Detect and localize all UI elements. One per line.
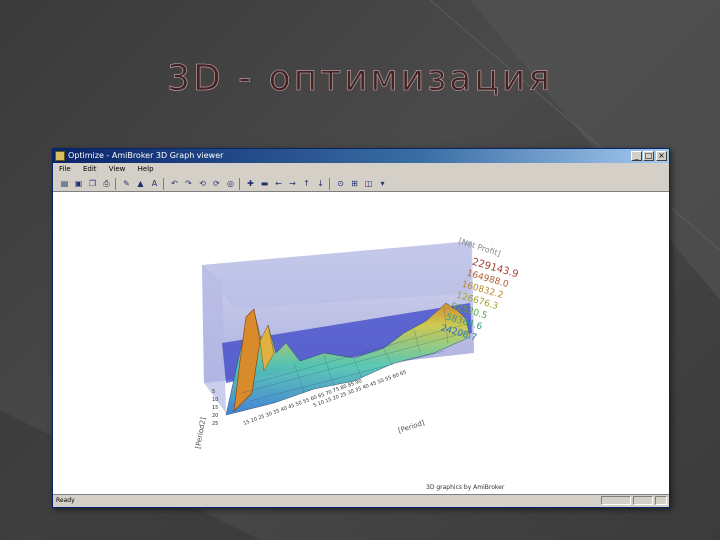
x-axis-title: [Period] — [397, 419, 426, 435]
status-text: Ready — [56, 497, 75, 504]
move-right-icon[interactable]: → — [287, 178, 298, 189]
status-cell-1 — [601, 496, 631, 505]
app-icon — [55, 151, 65, 161]
3d-surface-graph: 15 20 25 30 35 40 45 50 55 60 65 70 75 8… — [194, 236, 520, 491]
status-cell-2 — [633, 496, 653, 505]
toolbar: ▤ ▣ ❐ ⎙ ✎ ▲ A ↶ ↷ ⟲ ⟳ ◎ ✚ ▬ ← → ↑ ↓ ⊙ ⊞ … — [53, 176, 669, 192]
slide-title: 3D - оптимизация — [167, 58, 553, 100]
grid-icon[interactable]: ⊞ — [349, 178, 360, 189]
menu-bar: File Edit View Help — [53, 163, 669, 176]
close-icon[interactable]: × — [656, 151, 667, 161]
rotate-right-icon[interactable]: ↷ — [183, 178, 194, 189]
graph-viewer-window: Optimize - AmiBroker 3D Graph viewer _ □… — [52, 148, 670, 508]
edit-icon[interactable]: ✎ — [121, 178, 132, 189]
svg-text:5: 5 — [212, 389, 215, 395]
print-icon[interactable]: ⎙ — [101, 178, 112, 189]
maximize-icon[interactable]: □ — [643, 151, 654, 161]
select-icon[interactable]: ▲ — [135, 178, 146, 189]
minimize-icon[interactable]: _ — [631, 151, 642, 161]
move-left-icon[interactable]: ← — [273, 178, 284, 189]
window-title: Optimize - AmiBroker 3D Graph viewer — [68, 151, 224, 160]
menu-view[interactable]: View — [109, 165, 126, 173]
open-icon[interactable]: ▤ — [59, 178, 70, 189]
reset-view-icon[interactable]: ⊙ — [335, 178, 346, 189]
tilt-icon[interactable]: ◎ — [225, 178, 236, 189]
y-axis-title: [Period2] — [194, 416, 207, 449]
window-titlebar[interactable]: Optimize - AmiBroker 3D Graph viewer _ □… — [53, 149, 669, 163]
svg-text:15: 15 — [212, 405, 218, 411]
save-icon[interactable]: ▣ — [73, 178, 84, 189]
rotate-down-icon[interactable]: ⟳ — [211, 178, 222, 189]
svg-text:10: 10 — [212, 397, 218, 403]
status-cell-3 — [655, 496, 667, 505]
surface-icon[interactable]: ◫ — [363, 178, 374, 189]
menu-file[interactable]: File — [59, 165, 71, 173]
move-down-icon[interactable]: ↓ — [315, 178, 326, 189]
copy-icon[interactable]: ❐ — [87, 178, 98, 189]
menu-edit[interactable]: Edit — [83, 165, 97, 173]
rotate-up-icon[interactable]: ⟲ — [197, 178, 208, 189]
zoom-out-icon[interactable]: ▬ — [259, 178, 270, 189]
settings-icon[interactable]: ▾ — [377, 178, 388, 189]
svg-text:25: 25 — [212, 421, 218, 427]
rotate-left-icon[interactable]: ↶ — [169, 178, 180, 189]
graph-canvas[interactable]: 15 20 25 30 35 40 45 50 55 60 65 70 75 8… — [54, 193, 668, 495]
footer-credit: 3D graphics by AmiBroker — [426, 484, 505, 491]
status-bar: Ready — [53, 494, 669, 507]
text-icon[interactable]: A — [149, 178, 160, 189]
svg-text:20: 20 — [212, 413, 218, 419]
zoom-in-icon[interactable]: ✚ — [245, 178, 256, 189]
menu-help[interactable]: Help — [138, 165, 154, 173]
move-up-icon[interactable]: ↑ — [301, 178, 312, 189]
